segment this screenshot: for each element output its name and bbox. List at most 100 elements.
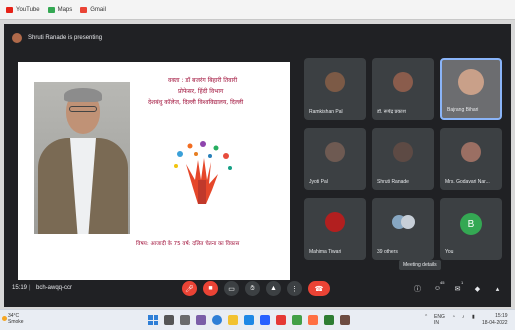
participant-name: Jyoti Pal — [309, 179, 328, 185]
weather-icon — [2, 316, 7, 321]
meeting-details-button[interactable]: ⓘ — [412, 283, 423, 294]
gmail-icon — [80, 6, 88, 13]
bookmark-label: Gmail — [90, 6, 106, 13]
slide-topic: विषय: आजादी के 75 वर्ष: दलित चेतना का वि… — [136, 241, 240, 247]
bookmark-maps[interactable]: Maps — [47, 6, 73, 13]
bookmark-label: Maps — [57, 6, 73, 13]
lang-region: IN — [434, 320, 439, 326]
bookmarks-bar: YouTube Maps Gmail — [0, 0, 515, 20]
weather-desc: Smoke — [8, 319, 24, 325]
info-icon: ⓘ — [414, 285, 421, 293]
clock-time: 15:19 — [495, 313, 508, 319]
participant-tile[interactable]: Ramkishan Pal — [304, 58, 366, 120]
meeting-details-tooltip: Meeting details — [399, 260, 441, 270]
app-icon[interactable] — [308, 315, 318, 325]
chrome-icon[interactable] — [212, 315, 222, 325]
host-controls-button[interactable]: ▴ — [492, 283, 503, 294]
youtube-icon — [6, 6, 13, 13]
search-icon[interactable] — [164, 315, 174, 325]
lock-icon: ▴ — [495, 285, 500, 293]
store-icon[interactable] — [260, 315, 270, 325]
meeting-time: 15:19 — [12, 285, 28, 291]
meet-window: Shruti Ranade is presenting वक्ता : डॉ ब… — [4, 24, 511, 307]
participant-name: 39 others — [377, 249, 398, 255]
bookmark-label: YouTube — [16, 6, 40, 13]
widgets-icon[interactable] — [196, 315, 206, 325]
presenter-text: Shruti Ranade is presenting — [28, 35, 103, 41]
activities-icon: ◆ — [474, 285, 481, 293]
slide-college-line: देशबंधु कॉलेज, दिल्ली विश्वविद्यालय, दिल… — [148, 99, 244, 106]
mic-off-icon: 🎤︎ — [185, 285, 194, 293]
taskbar: 34°C Smoke ⌃ ENG IN ◔ ♪ ▮ 15:19 18-04-20… — [0, 309, 515, 330]
slide-speaker-line: वक्ता : डॉ बजरंग बिहारी तिवारी — [168, 77, 238, 84]
app-icon[interactable] — [340, 315, 350, 325]
end-call-icon: ☎︎ — [314, 285, 324, 293]
file-explorer-icon[interactable] — [228, 315, 238, 325]
presenter-banner: Shruti Ranade is presenting — [4, 24, 511, 52]
mic-toggle-button[interactable]: 🎤︎ — [182, 281, 197, 296]
participant-avatar — [325, 141, 345, 162]
participant-avatar — [393, 71, 413, 92]
captions-button[interactable]: ▭ — [224, 281, 239, 296]
participant-tile[interactable]: Shruti Ranade — [372, 128, 434, 190]
bookmark-gmail[interactable]: Gmail — [80, 6, 106, 13]
participant-name: Bajrang Bihari — [447, 107, 479, 113]
tree-hand-illustration — [174, 141, 232, 204]
volume-icon[interactable]: ♪ — [462, 314, 465, 320]
taskbar-clock[interactable]: 15:19 18-04-2022 — [482, 313, 508, 327]
present-icon: ▲ — [270, 285, 277, 292]
self-avatar: B — [460, 213, 482, 236]
participant-tile[interactable]: Mahima Tiwari — [304, 198, 366, 260]
app-icon[interactable] — [292, 315, 302, 325]
participant-name: Mrs. Godavari Nar... — [445, 179, 490, 185]
clock-date: 18-04-2022 — [482, 320, 508, 326]
maps-icon — [47, 6, 55, 13]
people-count-badge: 45 — [440, 280, 445, 285]
participant-name: Shruti Ranade — [377, 179, 409, 185]
camera-off-icon: ■ — [208, 285, 213, 292]
control-bar: 15:19 | bch-awqq-ccr 🎤︎ ■ ▭ ✋︎ ▲ ⋮ ☎︎ ⓘ … — [4, 272, 511, 307]
participant-tile-speaking[interactable]: Bajrang Bihari — [440, 58, 502, 120]
participant-avatar — [393, 141, 413, 162]
participant-tile[interactable]: डॉ. रूपेंद्र प्रकाश — [372, 58, 434, 120]
chat-icon: ✉ — [454, 285, 461, 293]
participant-avatar — [325, 71, 345, 92]
bookmark-youtube[interactable]: YouTube — [6, 6, 40, 13]
start-button[interactable] — [148, 315, 158, 325]
wifi-icon[interactable]: ◔ — [452, 314, 455, 320]
language-indicator[interactable]: ENG IN — [434, 314, 445, 326]
task-view-icon[interactable] — [180, 315, 190, 325]
others-tile[interactable]: 39 others — [372, 198, 434, 260]
people-icon: ☺ — [433, 285, 442, 292]
participant-avatar — [461, 141, 481, 162]
participant-name: डॉ. रूपेंद्र प्रकाश — [377, 109, 406, 115]
shared-slide: वक्ता : डॉ बजरंग बिहारी तिवारी प्रोफेसर,… — [18, 62, 290, 280]
speaker-photo — [34, 82, 130, 234]
end-call-button[interactable]: ☎︎ — [308, 281, 330, 296]
more-options-icon: ⋮ — [291, 285, 298, 293]
raise-hand-button[interactable]: ✋︎ — [245, 281, 260, 296]
raise-hand-icon: ✋︎ — [250, 284, 255, 292]
slide-designation-line: प्रोफेसर, हिंदी विभाग — [178, 88, 224, 95]
participant-tile[interactable]: Mrs. Godavari Nar... — [440, 128, 502, 190]
app-icon[interactable] — [324, 315, 334, 325]
more-options-button[interactable]: ⋮ — [287, 281, 302, 296]
app-icon[interactable] — [276, 315, 286, 325]
separator: | — [29, 285, 31, 291]
presenter-avatar — [12, 33, 22, 43]
edge-icon[interactable] — [244, 315, 254, 325]
tray-chevron-icon[interactable]: ⌃ — [424, 314, 428, 320]
participant-name: You — [445, 249, 454, 255]
participant-avatar — [325, 211, 345, 232]
camera-toggle-button[interactable]: ■ — [203, 281, 218, 296]
battery-icon[interactable]: ▮ — [472, 314, 475, 320]
participant-tile[interactable]: Jyoti Pal — [304, 128, 366, 190]
activities-button[interactable]: ◆ — [472, 283, 483, 294]
participant-avatar — [400, 214, 415, 229]
weather-widget[interactable]: 34°C Smoke — [8, 313, 24, 325]
participant-name: Ramkishan Pal — [309, 109, 343, 115]
participant-tile-self[interactable]: B You — [440, 198, 502, 260]
present-button[interactable]: ▲ — [266, 281, 281, 296]
participant-name: Mahima Tiwari — [309, 249, 342, 255]
participant-avatar — [458, 69, 484, 96]
